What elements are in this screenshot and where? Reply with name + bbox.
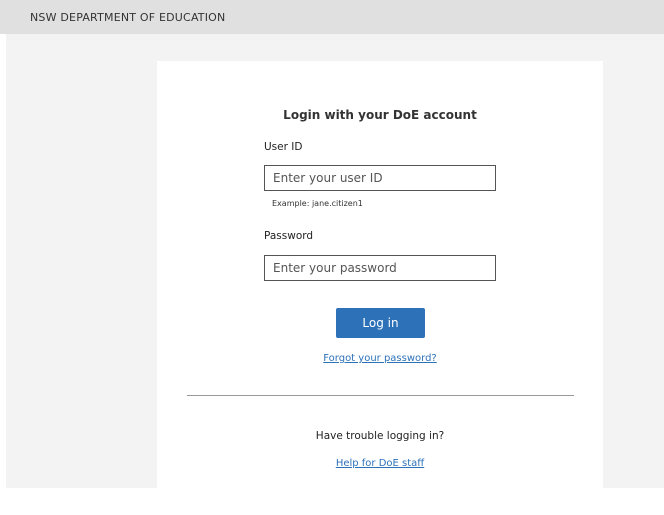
password-input[interactable] — [264, 255, 496, 281]
login-button[interactable]: Log in — [336, 308, 425, 338]
top-header-bar: NSW DEPARTMENT OF EDUCATION — [0, 0, 664, 34]
user-id-input[interactable] — [264, 165, 496, 191]
trouble-text: Have trouble logging in? — [315, 430, 445, 442]
org-name: NSW DEPARTMENT OF EDUCATION — [30, 11, 226, 24]
password-label: Password — [264, 230, 314, 242]
help-link[interactable]: Help for DoE staff — [157, 458, 603, 469]
user-id-hint: Example: jane.citizen1 — [272, 199, 363, 208]
forgot-password-link[interactable]: Forgot your password? — [157, 353, 603, 364]
login-card: Login with your DoE account User ID Exam… — [157, 61, 603, 488]
login-title: Login with your DoE account — [283, 108, 477, 122]
section-divider — [187, 395, 574, 396]
user-id-label: User ID — [264, 141, 303, 153]
